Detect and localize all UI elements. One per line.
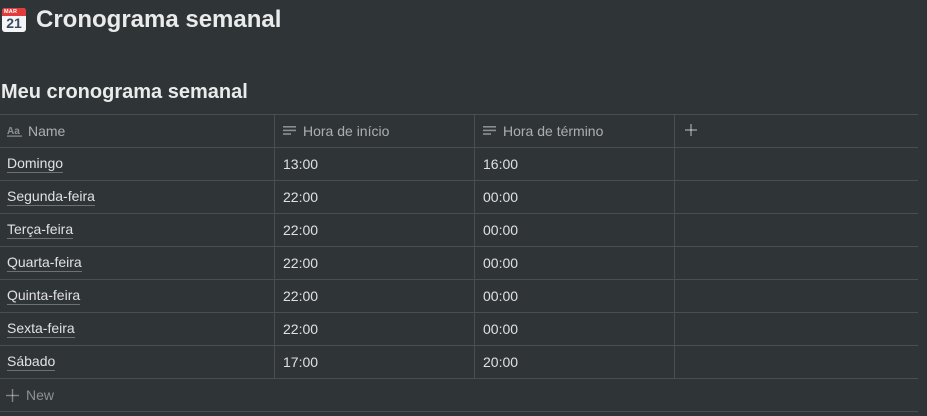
row-end: 16:00: [483, 156, 519, 172]
column-header-start[interactable]: Hora de início: [275, 115, 475, 147]
column-header-label: Hora de início: [303, 123, 390, 139]
cell-start[interactable]: 22:00: [275, 214, 475, 246]
cell-name[interactable]: Domingo: [0, 148, 275, 180]
column-header-end[interactable]: Hora de término: [475, 115, 675, 147]
table-header-row: Aa Name Hora de início Hora de término: [0, 114, 918, 147]
row-start: 22:00: [283, 189, 319, 205]
text-title-icon: Aa: [7, 125, 22, 137]
page: MAR 21 Cronograma semanal Meu cronograma…: [0, 0, 927, 416]
cell-start[interactable]: 22:00: [275, 313, 475, 345]
cell-name[interactable]: Sábado: [0, 346, 275, 378]
new-row-label: New: [26, 387, 55, 403]
table-row[interactable]: Quinta-feira 22:00 00:00: [0, 279, 918, 312]
row-end: 00:00: [483, 255, 519, 271]
row-end: 00:00: [483, 321, 519, 337]
cell-name[interactable]: Sexta-feira: [0, 313, 275, 345]
table-row[interactable]: Segunda-feira 22:00 00:00: [0, 180, 918, 213]
cell-start[interactable]: 22:00: [275, 247, 475, 279]
cell-end[interactable]: 20:00: [475, 346, 675, 378]
row-end: 20:00: [483, 354, 519, 370]
cell-end[interactable]: 00:00: [475, 214, 675, 246]
cell-end[interactable]: 16:00: [475, 148, 675, 180]
row-name[interactable]: Segunda-feira: [7, 188, 95, 206]
plus-icon: [685, 123, 697, 139]
add-column-button[interactable]: [675, 115, 918, 147]
cell-start[interactable]: 17:00: [275, 346, 475, 378]
cell-name[interactable]: Quinta-feira: [0, 280, 275, 312]
cell-end[interactable]: 00:00: [475, 280, 675, 312]
row-name[interactable]: Sexta-feira: [7, 320, 75, 338]
cell-name[interactable]: Quarta-feira: [0, 247, 275, 279]
cell-empty: [675, 346, 918, 378]
cell-empty: [675, 313, 918, 345]
row-end: 00:00: [483, 288, 519, 304]
row-end: 00:00: [483, 189, 519, 205]
cell-name[interactable]: Terça-feira: [0, 214, 275, 246]
cell-name[interactable]: Segunda-feira: [0, 181, 275, 213]
row-name[interactable]: Quinta-feira: [7, 287, 81, 305]
text-lines-icon: [483, 125, 497, 137]
row-start: 13:00: [283, 156, 319, 172]
table-row[interactable]: Domingo 13:00 16:00: [0, 147, 918, 180]
cell-end[interactable]: 00:00: [475, 313, 675, 345]
column-header-label: Hora de término: [503, 123, 604, 139]
page-title[interactable]: Cronograma semanal: [36, 4, 281, 36]
plus-icon: [6, 388, 19, 402]
row-name[interactable]: Sábado: [7, 353, 56, 371]
cell-empty: [675, 148, 918, 180]
cell-start[interactable]: 13:00: [275, 148, 475, 180]
column-header-label: Name: [28, 123, 66, 139]
cell-empty: [675, 247, 918, 279]
table-row[interactable]: Quarta-feira 22:00 00:00: [0, 246, 918, 279]
cell-empty: [675, 280, 918, 312]
svg-text:Aa: Aa: [7, 126, 20, 137]
cell-end[interactable]: 00:00: [475, 181, 675, 213]
table-row[interactable]: Sexta-feira 22:00 00:00: [0, 312, 918, 345]
row-name[interactable]: Terça-feira: [7, 221, 74, 239]
cell-start[interactable]: 22:00: [275, 181, 475, 213]
row-start: 22:00: [283, 255, 319, 271]
row-name[interactable]: Domingo: [7, 155, 64, 173]
new-row-button[interactable]: New: [0, 379, 918, 412]
text-lines-icon: [283, 125, 297, 137]
calendar-day: 21: [6, 15, 22, 31]
row-start: 22:00: [283, 222, 319, 238]
cell-empty: [675, 181, 918, 213]
cell-empty: [675, 214, 918, 246]
database-title[interactable]: Meu cronograma semanal: [1, 80, 248, 104]
table-row[interactable]: Sábado 17:00 20:00: [0, 345, 918, 379]
database-table: Aa Name Hora de início Hora de término D…: [0, 114, 918, 412]
cell-start[interactable]: 22:00: [275, 280, 475, 312]
table-row[interactable]: Terça-feira 22:00 00:00: [0, 213, 918, 246]
row-start: 17:00: [283, 354, 319, 370]
cell-end[interactable]: 00:00: [475, 247, 675, 279]
row-start: 22:00: [283, 288, 319, 304]
row-end: 00:00: [483, 222, 519, 238]
row-start: 22:00: [283, 321, 319, 337]
column-header-name[interactable]: Aa Name: [0, 115, 275, 147]
row-name[interactable]: Quarta-feira: [7, 254, 82, 272]
page-header: MAR 21 Cronograma semanal: [2, 4, 281, 36]
calendar-icon[interactable]: MAR 21: [2, 8, 26, 32]
